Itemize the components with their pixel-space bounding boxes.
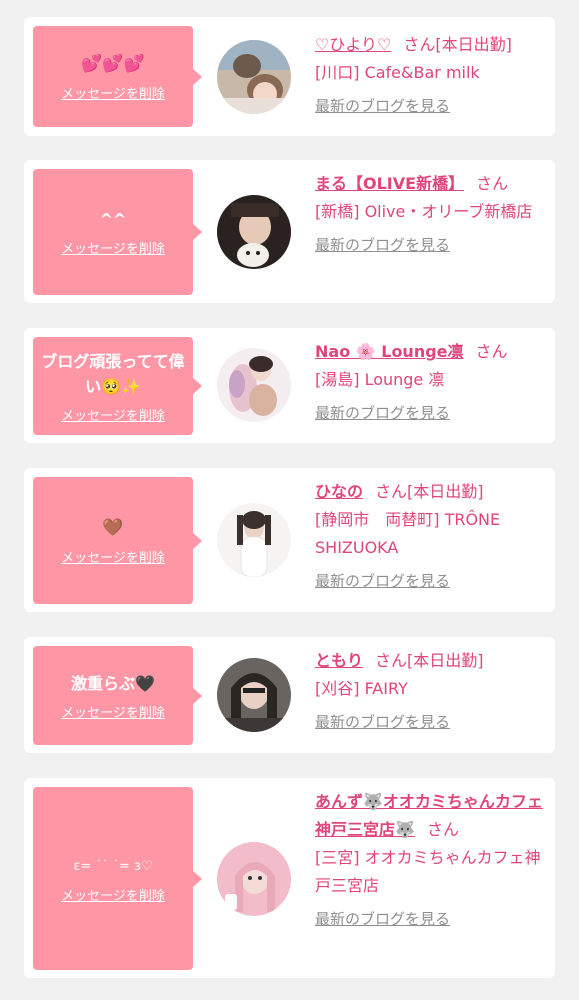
- avatar[interactable]: [217, 195, 291, 269]
- message-card: ブログ頑張ってて偉い🥺✨ メッセージを削除 Nao 🌸 Lounge凛 さん [湯…: [24, 328, 555, 443]
- sender-info: Nao 🌸 Lounge凛 さん [湯島] Lounge 凛 最新のブログを見る: [315, 338, 547, 423]
- shop-name: [川口] Cafe&Bar milk: [315, 63, 480, 82]
- delete-message-link[interactable]: メッセージを削除: [61, 702, 165, 721]
- message-text: 激重らぶ🖤: [71, 673, 155, 693]
- sender-info: ともり さん[本日出勤] [刈谷] FAIRY 最新のブログを見る: [315, 647, 547, 732]
- message-text: 🤎: [102, 517, 124, 538]
- honorific: さん: [375, 651, 408, 670]
- message-card: 💕💕💕 メッセージを削除 ♡ひより♡ さん[本日出勤] [川口] Cafe&Bar…: [24, 17, 555, 136]
- delete-message-link[interactable]: メッセージを削除: [61, 547, 165, 566]
- sender-info: ♡ひより♡ さん[本日出勤] [川口] Cafe&Bar milk 最新のブログを…: [315, 31, 547, 116]
- message-text: ɛ= ˙˙ ˙= ɜ♡: [73, 858, 153, 874]
- sender-name[interactable]: ともり: [315, 651, 363, 670]
- message-bubble: 🤎 メッセージを削除: [33, 477, 202, 604]
- message-card: 激重らぶ🖤 メッセージを削除 ともり さん[本日出勤] [刈谷] FAIRY 最新…: [24, 637, 555, 753]
- message-card: 🤎 メッセージを削除 ひなの さん[本日出勤] [静岡市 両替町] TRÔNE S…: [24, 468, 555, 612]
- latest-blog-link[interactable]: 最新のブログを見る: [315, 908, 450, 929]
- message-card: ^^ メッセージを削除 まる【OLIVE新橋】 さん [新橋] Olive・オリー…: [24, 160, 555, 303]
- message-bubble: 💕💕💕 メッセージを削除: [33, 26, 202, 127]
- avatar[interactable]: [217, 348, 291, 422]
- sender-info: まる【OLIVE新橋】 さん [新橋] Olive・オリーブ新橋店 最新のブログを…: [315, 170, 547, 255]
- latest-blog-link[interactable]: 最新のブログを見る: [315, 711, 450, 732]
- message-text: 💕💕💕: [81, 53, 145, 74]
- message-bubble: ^^ メッセージを削除: [33, 169, 202, 295]
- shop-name: [湯島] Lounge 凛: [315, 370, 445, 389]
- delete-message-link[interactable]: メッセージを削除: [61, 238, 165, 257]
- avatar[interactable]: [217, 503, 291, 577]
- delete-message-link[interactable]: メッセージを削除: [61, 83, 165, 102]
- honorific: さん: [375, 482, 408, 501]
- shop-name: [三宮] オオカミちゃんカフェ神戸三宮店: [315, 848, 541, 895]
- message-card: ɛ= ˙˙ ˙= ɜ♡ メッセージを削除 あんず🐺オオカミちゃんカフェ神戸三宮店…: [24, 778, 555, 978]
- attendance-badge: [本日出勤]: [407, 651, 484, 670]
- latest-blog-link[interactable]: 最新のブログを見る: [315, 402, 450, 423]
- honorific: さん: [476, 174, 509, 193]
- sender-name[interactable]: Nao 🌸 Lounge凛: [315, 342, 464, 361]
- delete-message-link[interactable]: メッセージを削除: [61, 885, 165, 904]
- message-bubble: ブログ頑張ってて偉い🥺✨ メッセージを削除: [33, 337, 202, 435]
- sender-name[interactable]: ♡ひより♡: [315, 35, 391, 54]
- avatar[interactable]: [217, 658, 291, 732]
- avatar[interactable]: [217, 842, 291, 916]
- message-bubble: 激重らぶ🖤 メッセージを削除: [33, 646, 202, 745]
- attendance-badge: [本日出勤]: [407, 482, 484, 501]
- honorific: さん: [426, 820, 459, 839]
- honorific: さん: [475, 342, 508, 361]
- honorific: さん: [403, 35, 436, 54]
- delete-message-link[interactable]: メッセージを削除: [61, 405, 165, 424]
- message-text: ブログ頑張ってて偉い🥺✨: [41, 351, 185, 396]
- message-text: ^^: [99, 210, 127, 229]
- attendance-badge: [本日出勤]: [435, 35, 512, 54]
- sender-name[interactable]: まる【OLIVE新橋】: [315, 174, 464, 193]
- latest-blog-link[interactable]: 最新のブログを見る: [315, 95, 450, 116]
- avatar[interactable]: [217, 40, 291, 114]
- message-bubble: ɛ= ˙˙ ˙= ɜ♡ メッセージを削除: [33, 787, 202, 970]
- latest-blog-link[interactable]: 最新のブログを見る: [315, 570, 450, 591]
- sender-name[interactable]: ひなの: [315, 482, 363, 501]
- shop-name: [静岡市 両替町] TRÔNE SHIZUOKA: [315, 510, 501, 557]
- message-list: 💕💕💕 メッセージを削除 ♡ひより♡ さん[本日出勤] [川口] Cafe&Bar…: [0, 0, 579, 978]
- shop-name: [新橋] Olive・オリーブ新橋店: [315, 202, 533, 221]
- sender-info: あんず🐺オオカミちゃんカフェ神戸三宮店🐺 さん [三宮] オオカミちゃんカフェ神戸…: [315, 788, 547, 929]
- sender-info: ひなの さん[本日出勤] [静岡市 両替町] TRÔNE SHIZUOKA 最新の…: [315, 478, 547, 591]
- shop-name: [刈谷] FAIRY: [315, 679, 408, 698]
- latest-blog-link[interactable]: 最新のブログを見る: [315, 234, 450, 255]
